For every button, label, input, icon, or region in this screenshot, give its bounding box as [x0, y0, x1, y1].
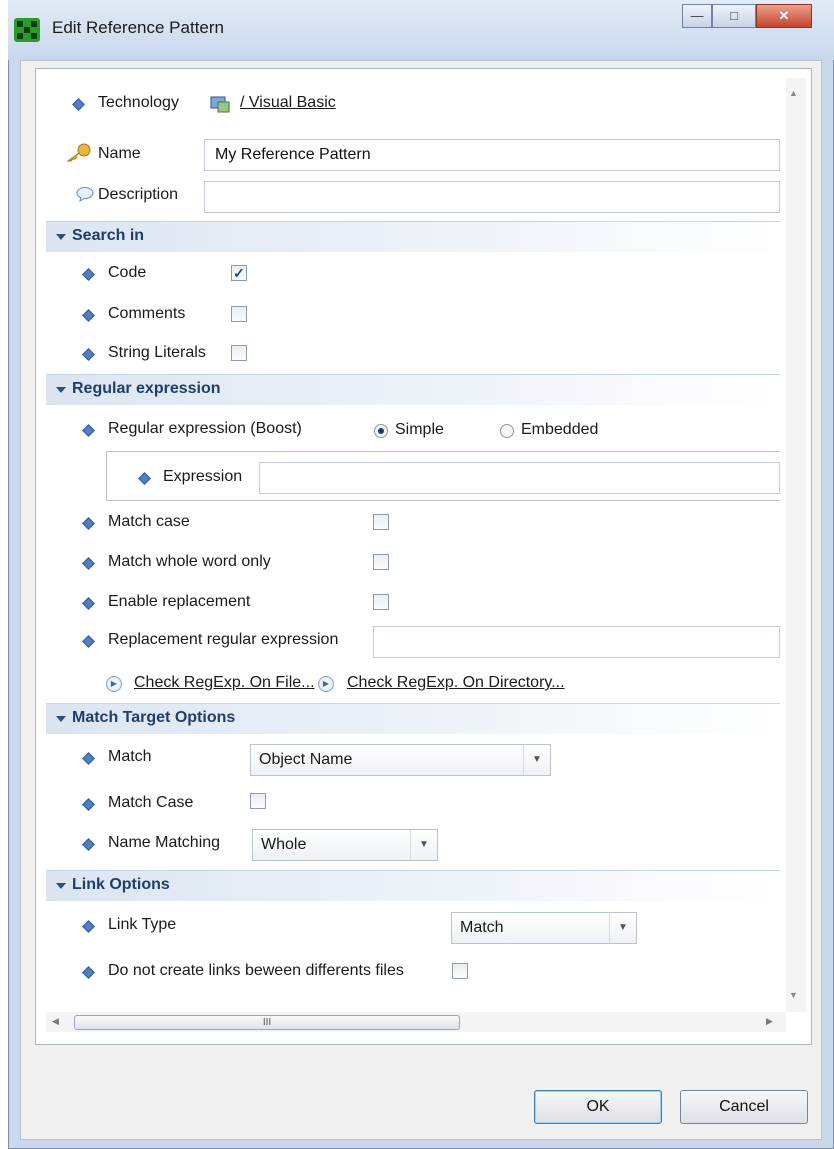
minimize-button[interactable]: — [682, 4, 712, 28]
section-match-target-options[interactable]: Match Target Options [46, 703, 780, 734]
section-search-in[interactable]: Search in [46, 221, 780, 252]
chevron-down-icon: ▼ [410, 830, 437, 860]
string-literals-label: String Literals [108, 344, 206, 361]
embedded-radio-label[interactable]: Embedded [521, 421, 598, 439]
embedded-radio[interactable] [500, 424, 514, 438]
match-case-checkbox[interactable] [373, 514, 389, 530]
name-label: Name [98, 145, 141, 162]
name-matching-label: Name Matching [108, 834, 221, 851]
match-label: Match [108, 748, 152, 765]
replacement-field[interactable] [373, 626, 780, 658]
expression-label: Expression [163, 468, 243, 485]
link-type-dropdown[interactable]: Match ▼ [451, 912, 637, 944]
description-label: Description [98, 186, 179, 203]
name-field[interactable]: My Reference Pattern [204, 139, 780, 171]
ok-button[interactable]: OK [534, 1090, 662, 1124]
check-regexp-file-link[interactable]: Check RegExp. On File... [134, 674, 315, 692]
scroll-down-arrow-icon[interactable]: ▼ [789, 990, 798, 1000]
section-title: Link Options [72, 876, 170, 893]
no-links-checkbox[interactable] [452, 963, 468, 979]
section-title: Search in [72, 227, 145, 244]
section-title: Match Target Options [72, 709, 236, 726]
link-type-label: Link Type [108, 916, 177, 933]
collapse-triangle-icon [56, 387, 66, 393]
section-title: Regular expression [72, 380, 221, 397]
speech-bubble-icon [76, 186, 94, 203]
technology-link[interactable]: / Visual Basic [240, 94, 336, 112]
comments-checkbox[interactable] [231, 306, 247, 322]
arrow-circle-icon: ▶ [106, 676, 122, 692]
collapse-triangle-icon [56, 716, 66, 722]
enable-replacement-checkbox[interactable] [373, 594, 389, 610]
replacement-label: Replacement regular expression [108, 631, 339, 648]
chevron-down-icon: ▼ [609, 913, 636, 943]
collapse-triangle-icon [56, 883, 66, 889]
match-case-target-checkbox[interactable] [250, 793, 266, 809]
match-dropdown-value: Object Name [259, 751, 353, 768]
no-links-label: Do not create links beween differents fi… [108, 962, 404, 979]
scroll-right-arrow-icon[interactable]: ▶ [766, 1016, 773, 1027]
match-case-target-label: Match Case [108, 794, 194, 811]
simple-radio-label[interactable]: Simple [395, 421, 444, 439]
match-case-label: Match case [108, 513, 190, 530]
cancel-button[interactable]: Cancel [680, 1090, 808, 1124]
string-literals-checkbox[interactable] [231, 345, 247, 361]
code-checkbox[interactable]: ✓ [231, 265, 247, 281]
simple-radio[interactable] [374, 424, 388, 438]
vertical-scrollbar[interactable] [786, 78, 806, 1012]
scroll-left-arrow-icon[interactable]: ◀ [52, 1016, 59, 1027]
name-matching-dropdown[interactable]: Whole ▼ [252, 829, 438, 861]
code-label: Code [108, 264, 147, 281]
window-title: Edit Reference Pattern [52, 18, 224, 37]
match-whole-word-label: Match whole word only [108, 553, 271, 570]
expression-field[interactable] [259, 462, 780, 494]
section-link-options[interactable]: Link Options [46, 870, 780, 901]
technology-label: Technology [98, 94, 179, 111]
collapse-triangle-icon [56, 234, 66, 240]
match-whole-word-checkbox[interactable] [373, 554, 389, 570]
name-matching-value: Whole [261, 836, 307, 853]
section-regular-expression[interactable]: Regular expression [46, 374, 780, 405]
arrow-circle-icon: ▶ [318, 676, 334, 692]
scroll-up-arrow-icon[interactable]: ▲ [789, 88, 798, 98]
link-type-value: Match [460, 919, 504, 936]
chevron-down-icon: ▼ [523, 745, 550, 775]
regex-type-label: Regular expression (Boost) [108, 420, 302, 437]
horizontal-scroll-thumb[interactable]: III [74, 1015, 460, 1030]
enable-replacement-label: Enable replacement [108, 593, 251, 610]
match-dropdown[interactable]: Object Name ▼ [250, 744, 551, 776]
technology-icon [209, 94, 231, 114]
comments-label: Comments [108, 305, 186, 322]
maximize-button[interactable]: □ [712, 4, 756, 28]
close-button[interactable]: ✕ [756, 4, 812, 28]
key-icon [64, 143, 94, 163]
app-grid-icon [14, 18, 40, 42]
check-regexp-directory-link[interactable]: Check RegExp. On Directory... [347, 674, 565, 692]
description-field[interactable] [204, 181, 780, 213]
